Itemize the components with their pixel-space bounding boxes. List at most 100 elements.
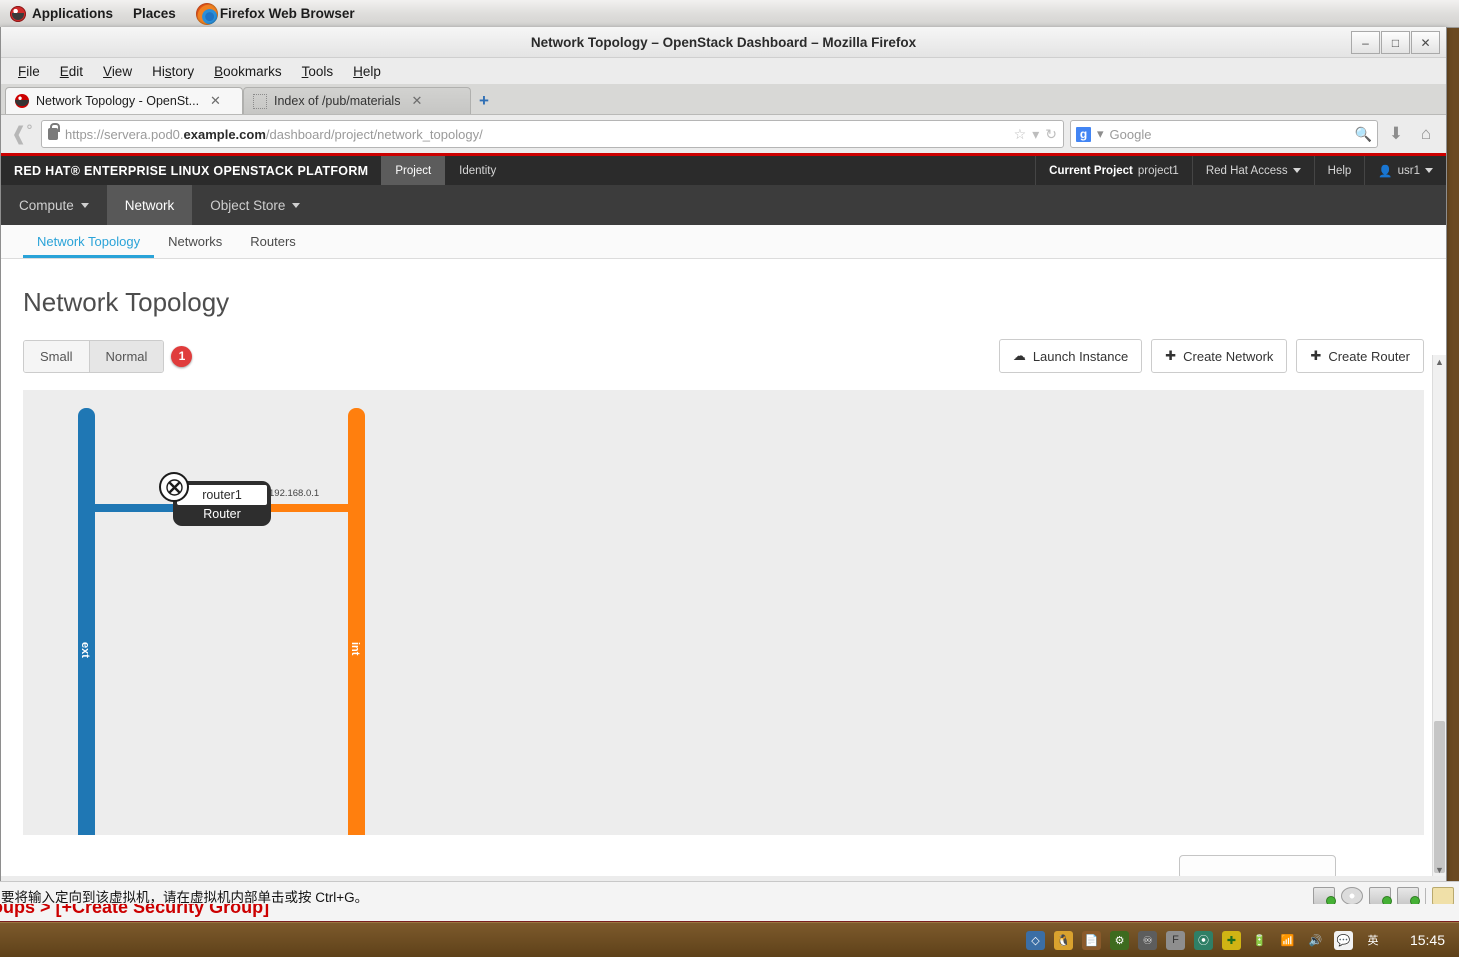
scroll-up-icon[interactable]: ▲ [1433, 355, 1446, 368]
plus-circle-icon[interactable]: ✚ [1222, 930, 1241, 950]
menu-edit[interactable]: Edit [51, 61, 92, 82]
nav-object-store[interactable]: Object Store [192, 185, 318, 225]
taskbar-clock[interactable]: 15:45 [1393, 932, 1445, 948]
battery-icon[interactable]: 🔋 [1250, 931, 1269, 950]
vertical-scrollbar-thumb[interactable] [1434, 721, 1445, 873]
annotation-badge-1: 1 [171, 345, 193, 367]
reload-icon[interactable]: ↻ [1045, 126, 1057, 143]
blank-favicon-icon [253, 93, 267, 109]
close-icon[interactable]: ✕ [210, 93, 221, 109]
font-icon[interactable]: F [1166, 930, 1185, 950]
close-button[interactable]: ✕ [1411, 31, 1440, 54]
chat-icon[interactable]: 💬 [1334, 930, 1353, 950]
menu-view[interactable]: View [94, 61, 141, 82]
menu-file[interactable]: File [9, 61, 49, 82]
page-title: Network Topology [23, 287, 230, 317]
size-toggle-small[interactable]: Small [24, 340, 90, 372]
network-icon[interactable] [1369, 886, 1392, 906]
note-icon[interactable] [1432, 886, 1454, 905]
chevron-down-icon[interactable]: ▾ [1032, 126, 1039, 143]
nav-network-label: Network [124, 197, 175, 213]
subtab-network-topology[interactable]: Network Topology [23, 225, 154, 258]
minimize-button[interactable]: – [1351, 31, 1380, 54]
size-toggle-group: Small Normal [23, 339, 165, 373]
menu-history[interactable]: History [143, 61, 203, 82]
address-bar[interactable]: https://servera.pod0.example.com/dashboa… [41, 120, 1064, 148]
help-link[interactable]: Help [1313, 156, 1365, 185]
create-network-button[interactable]: ✚ Create Network [1151, 339, 1288, 373]
home-icon[interactable]: ⌂ [1414, 121, 1438, 147]
back-forward-icon[interactable]: ❰˚ [9, 121, 35, 147]
topology-canvas[interactable]: ext int 192.168.0.1 router1 Router [23, 390, 1424, 835]
downloads-icon[interactable]: ⬇ [1384, 121, 1408, 147]
dashboard-mainnav: Compute Network Object Store [1, 185, 1446, 225]
network-bar-ext[interactable] [78, 408, 95, 835]
subtab-networks[interactable]: Networks [154, 225, 236, 258]
vm-input-hint-text: 要将输入定向到该虚拟机，请在虚拟机内部单击或按 Ctrl+G。 [1, 889, 369, 905]
window-list-firefox-label: Firefox Web Browser [219, 6, 355, 21]
brand-logo: RED HAT® ENTERPRISE LINUX OPENSTACK PLAT… [1, 156, 381, 185]
topology-filter-input[interactable] [1179, 855, 1336, 876]
camera-icon[interactable] [1397, 886, 1420, 906]
nav-compute[interactable]: Compute [1, 185, 107, 225]
launch-instance-button[interactable]: ☁ Launch Instance [998, 339, 1143, 373]
scroll-down-icon[interactable]: ▼ [1433, 863, 1446, 876]
firefox-navbar: ❰˚ https://servera.pod0.example.com/dash… [1, 115, 1446, 156]
spiral-icon[interactable]: ♾ [1138, 930, 1157, 950]
topnav-project[interactable]: Project [381, 156, 446, 185]
google-icon: g [1076, 126, 1091, 142]
close-icon[interactable]: ✕ [411, 93, 422, 109]
volume-icon[interactable]: 🔊 [1306, 931, 1325, 950]
search-icon[interactable]: 🔍 [1355, 126, 1372, 143]
subtab-routers[interactable]: Routers [236, 225, 310, 258]
redhat-favicon-icon [15, 94, 29, 108]
menu-bookmarks[interactable]: Bookmarks [205, 61, 291, 82]
page-viewport: RED HAT® ENTERPRISE LINUX OPENSTACK PLAT… [1, 156, 1446, 876]
penguin-icon[interactable]: 🐧 [1054, 930, 1073, 950]
applications-menu[interactable]: Applications [0, 0, 123, 27]
page-vertical-scrollbar[interactable]: ▲ ▼ [1432, 355, 1446, 876]
nav-network[interactable]: Network [106, 185, 193, 225]
firefox-icon [195, 2, 218, 25]
harddisk-icon[interactable] [1313, 886, 1336, 906]
divider [1425, 887, 1426, 904]
nav-compute-label: Compute [19, 197, 74, 213]
router-icon [159, 472, 189, 502]
plus-icon: ✚ [1165, 348, 1177, 363]
user-menu[interactable]: 👤 usr1 [1364, 156, 1446, 185]
clipped-red-text-label: oups > [+Create Security Group] [0, 904, 270, 917]
menu-help[interactable]: Help [344, 61, 390, 82]
cdrom-icon[interactable] [1341, 886, 1363, 905]
window-list-firefox[interactable]: Firefox Web Browser [186, 0, 365, 27]
browser-tab-index-materials[interactable]: Index of /pub/materials ✕ [243, 87, 471, 114]
security-shield-icon[interactable]: ◇ [1026, 930, 1045, 950]
nvidia-icon[interactable]: ⚙ [1110, 930, 1129, 950]
search-engine-chevron-icon[interactable]: ▾ [1097, 126, 1104, 142]
firefox-titlebar: Network Topology – OpenStack Dashboard –… [1, 27, 1446, 58]
search-bar[interactable]: g ▾ Google 🔍 [1070, 120, 1378, 148]
topnav-identity[interactable]: Identity [445, 156, 510, 185]
create-router-button[interactable]: ✚ Create Router [1296, 339, 1424, 373]
menu-tools[interactable]: Tools [293, 61, 343, 82]
network-bar-int[interactable] [348, 408, 365, 835]
browser-tab-label: Network Topology - OpenSt... [36, 94, 200, 108]
search-input[interactable]: Google [1110, 127, 1152, 142]
bookmark-star-icon[interactable]: ☆ [1014, 126, 1027, 143]
swirl-icon[interactable]: ⦿ [1194, 930, 1213, 950]
maximize-button[interactable]: □ [1381, 31, 1410, 54]
router-node[interactable]: router1 Router [159, 472, 271, 526]
ime-indicator[interactable]: 英 [1362, 931, 1384, 950]
create-network-label: Create Network [1183, 348, 1274, 364]
new-tab-button[interactable]: + [471, 88, 497, 114]
network-label-ext: ext [79, 642, 91, 658]
router-type-label: Router [203, 507, 241, 521]
firefox-tabstrip: Network Topology - OpenSt... ✕ Index of … [1, 84, 1446, 115]
places-menu[interactable]: Places [123, 0, 186, 27]
browser-tab-network-topology[interactable]: Network Topology - OpenSt... ✕ [5, 87, 243, 114]
copy-files-icon[interactable]: 📄 [1082, 930, 1101, 950]
redhat-access-menu[interactable]: Red Hat Access [1191, 156, 1314, 185]
vm-status-icons [1313, 886, 1459, 906]
size-toggle-normal[interactable]: Normal [89, 340, 164, 372]
wifi-icon[interactable]: 📶 [1278, 931, 1297, 950]
user-menu-label: usr1 [1397, 164, 1420, 177]
